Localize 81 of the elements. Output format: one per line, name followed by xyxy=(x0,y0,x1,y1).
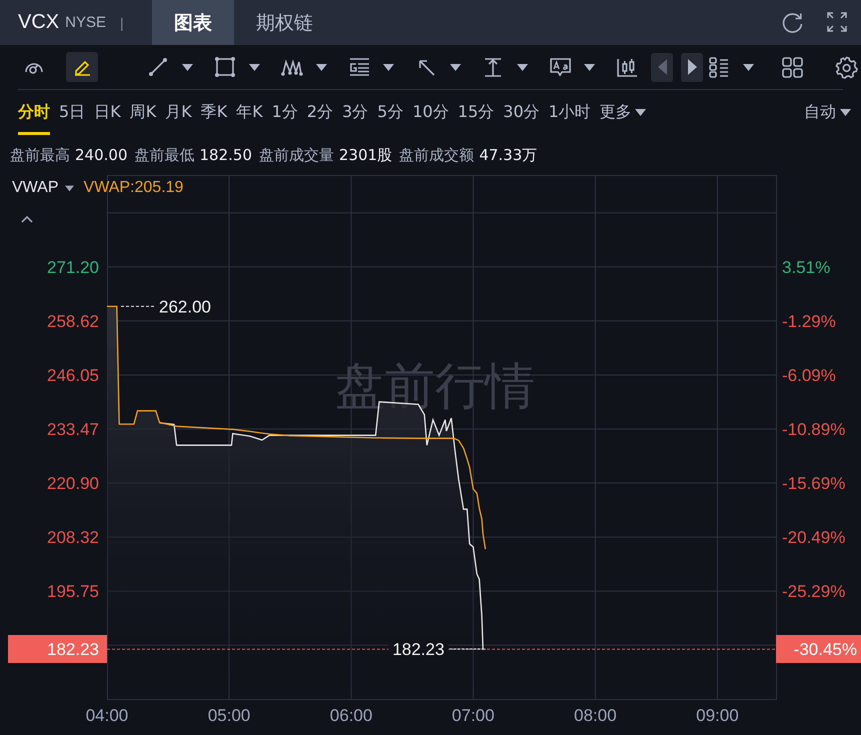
price-tick-label: 258.62 xyxy=(47,312,99,331)
separator: | xyxy=(120,14,124,30)
percent-tick-label: -6.09% xyxy=(782,366,836,385)
time-tick-label: 08:00 xyxy=(574,706,617,725)
stat-value: 240.00 xyxy=(75,146,128,164)
caret-icon[interactable] xyxy=(743,64,754,70)
refresh-icon[interactable] xyxy=(781,11,804,34)
tab[interactable]: 期权链 xyxy=(234,0,335,45)
price-tick-label: 233.47 xyxy=(47,420,99,439)
exchange-label: NYSE xyxy=(65,14,106,31)
period-tab[interactable]: 分时 xyxy=(18,90,50,135)
pencil-button[interactable] xyxy=(66,52,98,82)
list-icon xyxy=(708,56,730,78)
last-price-tag: 182.23 xyxy=(8,635,107,663)
price-tick-label: 220.90 xyxy=(47,474,99,493)
caret-icon[interactable] xyxy=(64,184,74,192)
stat-label: 盘前成交量 xyxy=(259,146,334,164)
percent-tick-label: 3.51% xyxy=(782,258,830,277)
right-triangle-button[interactable] xyxy=(681,52,703,82)
period-tab[interactable]: 5日 xyxy=(59,90,86,135)
percent-tick-label: -20.49% xyxy=(782,528,846,547)
stat-value: 182.50 xyxy=(200,146,252,164)
time-tick-label: 07:00 xyxy=(452,706,494,725)
caret-icon[interactable] xyxy=(584,64,595,70)
high-price-label: 262.00 xyxy=(159,297,211,316)
stock-symbol: VCX xyxy=(18,11,60,34)
period-tab[interactable]: 更多 xyxy=(600,90,646,135)
left-triangle-icon xyxy=(658,59,666,75)
period-tab[interactable]: 季K xyxy=(200,90,228,135)
caret-icon[interactable] xyxy=(383,64,394,70)
indicator-reading: VWAP:205.19 xyxy=(84,179,184,197)
lines-icon xyxy=(348,56,370,78)
stat-label: 盘前最高 xyxy=(10,146,70,164)
price-tick-label: 246.05 xyxy=(47,366,99,385)
time-tick-label: 06:00 xyxy=(330,706,372,725)
period-tab[interactable]: 月K xyxy=(165,90,192,135)
stat-label: 盘前成交额 xyxy=(399,146,474,164)
price-tick-label: 195.75 xyxy=(47,582,99,601)
caret-icon[interactable] xyxy=(249,64,260,70)
caret-icon[interactable] xyxy=(316,64,327,70)
price-tick-label: 208.32 xyxy=(47,528,99,547)
grid-icon xyxy=(780,56,804,78)
time-tick-label: 04:00 xyxy=(86,706,128,725)
period-tab[interactable]: 日K xyxy=(94,90,121,135)
scale-mode-dropdown[interactable]: 自动 xyxy=(804,90,851,135)
rectangle-icon xyxy=(214,56,236,78)
period-tab[interactable]: 3分 xyxy=(342,90,368,135)
percent-tick-label: -25.29% xyxy=(782,582,846,601)
text-label-icon xyxy=(548,56,572,78)
time-tick-label: 05:00 xyxy=(208,706,250,725)
period-tab[interactable]: 10分 xyxy=(412,90,449,135)
caret-icon[interactable] xyxy=(182,64,193,70)
indicator-name[interactable]: VWAP xyxy=(12,179,59,197)
period-tab[interactable]: 年K xyxy=(236,90,263,135)
price-tick-label: 271.20 xyxy=(47,258,99,277)
stat-value: 2301股 xyxy=(339,146,392,164)
caret-icon[interactable] xyxy=(450,64,461,70)
right-triangle-icon xyxy=(688,59,696,75)
period-tab[interactable]: 30分 xyxy=(503,90,540,135)
expand-icon[interactable] xyxy=(826,11,849,34)
percent-tick-label: -15.69% xyxy=(782,474,846,493)
tab[interactable]: 图表 xyxy=(152,0,234,45)
stat-value: 47.33万 xyxy=(479,146,538,164)
last-percent-tag: -30.45% xyxy=(776,635,861,663)
line-tool-icon xyxy=(146,56,170,78)
period-tab[interactable]: 周K xyxy=(130,90,156,135)
caret-icon xyxy=(840,109,851,116)
period-tab[interactable]: 15分 xyxy=(458,90,494,135)
caret-icon[interactable] xyxy=(634,109,646,116)
period-tab[interactable]: 1小时 xyxy=(548,90,591,135)
settings-icon xyxy=(834,56,858,78)
time-tick-label: 09:00 xyxy=(696,706,739,725)
period-tab[interactable]: 5分 xyxy=(377,90,404,135)
stat-label: 盘前最低 xyxy=(134,146,194,164)
period-tab[interactable]: 2分 xyxy=(306,90,334,135)
collapse-icon[interactable] xyxy=(20,215,34,224)
period-tab[interactable]: 1分 xyxy=(272,90,298,135)
percent-tick-label: -1.29% xyxy=(782,312,836,331)
caret-icon[interactable] xyxy=(517,64,528,70)
last-price-label: 182.23 xyxy=(392,640,444,659)
percent-tick-label: -10.89% xyxy=(782,420,846,439)
